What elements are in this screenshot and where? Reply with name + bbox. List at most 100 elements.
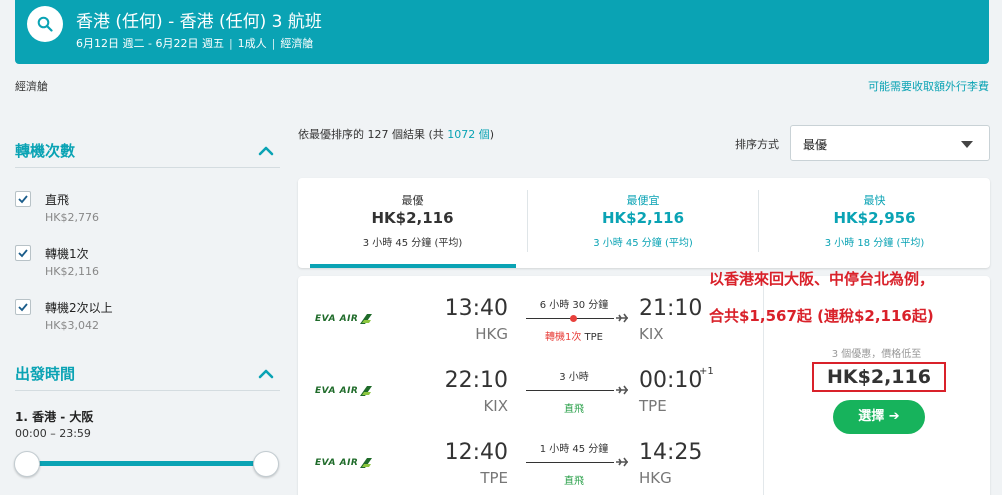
- stop-option-label: 轉機2次以上: [45, 301, 113, 315]
- arrival-airport: TPE: [639, 397, 667, 415]
- chevron-up-icon[interactable]: [257, 143, 275, 157]
- flight-duration: 6 小時 30 分鐘: [539, 300, 609, 311]
- results-count: 依最優排序的 127 個結果 (共 1072 個): [298, 126, 494, 142]
- airline-name: EVA AIR: [315, 386, 359, 396]
- flight-duration: 3 小時: [559, 372, 589, 383]
- search-summary-bar[interactable]: 香港 (任何) - 香港 (任何) 3 航班 6月12日 週二 - 6月22日 …: [15, 0, 989, 64]
- route-line: [526, 390, 614, 391]
- tab-duration: 3 小時 18 分鐘 (平均): [824, 238, 925, 249]
- tab-duration: 3 小時 45 分鐘 (平均): [362, 238, 463, 249]
- results-total-link[interactable]: 1072 個: [447, 128, 490, 141]
- trip-passengers: 1成人: [237, 37, 267, 50]
- time-range: 00:00 – 23:59: [15, 427, 91, 440]
- stop-option-two-plus[interactable]: 轉機2次以上 HK$3,042: [15, 297, 215, 337]
- stops-info: 直飛: [519, 400, 629, 415]
- checkbox[interactable]: [15, 245, 31, 261]
- stop-option-label: 直飛: [45, 193, 70, 207]
- departure-airport: HKG: [475, 325, 508, 343]
- airline-logo: EVA AIR: [315, 458, 377, 472]
- sort-value: 最優: [803, 138, 828, 152]
- deals-count: 3 個優惠，價格低至: [831, 349, 922, 360]
- time-slider-track[interactable]: [24, 461, 266, 466]
- stop-option-direct[interactable]: 直飛 HK$2,776: [15, 189, 215, 229]
- stopover-dot: [570, 315, 577, 322]
- trip-cabin: 經濟艙: [280, 37, 314, 50]
- caret-down-icon: [961, 141, 973, 148]
- airline-name: EVA AIR: [315, 458, 359, 468]
- results-mid: 個結果 (共: [388, 128, 448, 141]
- results-shown: 127: [367, 128, 389, 141]
- stops-info: 轉機1次 TPE: [519, 328, 629, 343]
- results-prefix: 依最優排序的: [298, 128, 368, 141]
- departure-time: 12:40: [444, 440, 508, 465]
- plane-icon: [616, 313, 628, 323]
- stop-option-price: HK$3,042: [45, 319, 99, 332]
- checkmark-icon: [18, 249, 28, 258]
- flight-leg: EVA AIR 13:40 HKG 6 小時 30 分鐘 轉機1次 TPE 21…: [298, 292, 763, 352]
- trip-dates: 6月12日 週二 - 6月22日 週五: [76, 37, 224, 50]
- tab-best[interactable]: 最優 HK$2,116 3 小時 45 分鐘 (平均): [298, 178, 527, 268]
- eva-wing-icon: [360, 314, 372, 324]
- baggage-fee-link[interactable]: 可能需要收取額外行李費: [868, 78, 989, 94]
- departure-time: 22:10: [444, 368, 508, 393]
- trip-meta: 6月12日 週二 - 6月22日 週五 | 1成人 | 經濟艙: [76, 37, 314, 50]
- next-day-indicator: +1: [699, 366, 714, 377]
- route-line: [526, 462, 614, 463]
- tab-price: HK$2,116: [371, 209, 454, 227]
- flight-leg: EVA AIR 22:10 KIX 3 小時 直飛 00:10 +1 TPE: [298, 364, 763, 424]
- plane-icon: [616, 457, 628, 467]
- departure-filter-title[interactable]: 出發時間: [15, 363, 75, 384]
- plane-icon: [616, 385, 628, 395]
- chevron-up-icon[interactable]: [257, 366, 275, 380]
- select-button[interactable]: 選擇 ➔: [833, 400, 925, 434]
- route-title: 香港 (任何) - 香港 (任何) 3 航班: [76, 12, 322, 32]
- sort-tabs: 最優 HK$2,116 3 小時 45 分鐘 (平均) 最便宜 HK$2,116…: [298, 178, 990, 268]
- search-button[interactable]: [27, 6, 63, 42]
- departure-airport: TPE: [480, 469, 508, 487]
- flight-duration: 1 小時 45 分鐘: [539, 444, 609, 455]
- eva-wing-icon: [360, 386, 372, 396]
- search-icon: [37, 16, 53, 32]
- checkmark-icon: [18, 195, 28, 204]
- tab-price: HK$2,116: [601, 209, 685, 227]
- cabin-label: 經濟艙: [15, 80, 48, 93]
- divider: [15, 390, 280, 391]
- checkbox[interactable]: [15, 191, 31, 207]
- departure-time: 13:40: [444, 296, 508, 321]
- arrival-time: 21:10: [639, 296, 703, 321]
- annotation-line-1: 以香港來回大阪、中停台北為例，: [709, 270, 935, 288]
- tab-duration: 3 小時 45 分鐘 (平均): [593, 238, 693, 249]
- stop-airport: TPE: [581, 332, 603, 343]
- annotation-line-2: 合共$1,567起 (連稅$2,116起): [709, 307, 934, 325]
- result-price: HK$2,116: [827, 366, 931, 388]
- sort-dropdown[interactable]: 最優: [790, 125, 990, 161]
- stops-info: 直飛: [519, 472, 629, 487]
- airline-name: EVA AIR: [315, 314, 359, 324]
- arrival-time: 14:25: [639, 440, 703, 465]
- airline-logo: EVA AIR: [315, 386, 377, 400]
- tab-name: 最便宜: [626, 194, 660, 207]
- tab-name: 最快: [863, 194, 886, 207]
- flight-leg: EVA AIR 12:40 TPE 1 小時 45 分鐘 直飛 14:25 HK…: [298, 436, 763, 495]
- stops-filter-title[interactable]: 轉機次數: [15, 140, 75, 161]
- tab-price: HK$2,956: [833, 209, 916, 227]
- stop-count: 直飛: [564, 476, 584, 487]
- tab-cheapest[interactable]: 最便宜 HK$2,116 3 小時 45 分鐘 (平均): [528, 178, 758, 268]
- stop-count: 直飛: [564, 404, 584, 415]
- stop-option-one-stop[interactable]: 轉機1次 HK$2,116: [15, 243, 215, 283]
- tab-name: 最優: [401, 194, 424, 207]
- sort-label: 排序方式: [735, 138, 779, 151]
- checkmark-icon: [18, 303, 28, 312]
- eva-wing-icon: [360, 458, 372, 468]
- arrival-airport: KIX: [639, 325, 664, 343]
- active-tab-indicator: [310, 264, 516, 268]
- arrival-time: 00:10: [639, 368, 703, 393]
- slider-handle-end[interactable]: [253, 451, 279, 477]
- arrival-airport: HKG: [639, 469, 672, 487]
- slider-handle-start[interactable]: [14, 451, 40, 477]
- stop-option-price: HK$2,116: [45, 265, 99, 278]
- divider: [15, 167, 280, 168]
- checkbox[interactable]: [15, 299, 31, 315]
- tab-fastest[interactable]: 最快 HK$2,956 3 小時 18 分鐘 (平均): [759, 178, 990, 268]
- price-highlight-box: HK$2,116: [812, 362, 946, 392]
